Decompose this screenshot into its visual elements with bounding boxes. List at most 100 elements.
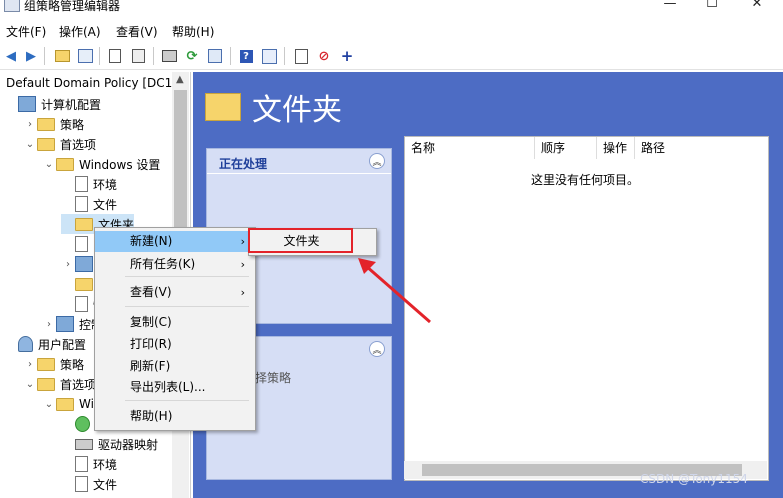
maximize-button[interactable]: ☐	[697, 0, 727, 14]
tree-item[interactable]: 文件	[61, 194, 117, 214]
paste-icon[interactable]	[129, 47, 147, 65]
close-button[interactable]: ✕	[742, 0, 772, 14]
collapse-icon[interactable]: ︽	[369, 153, 385, 169]
context-menu-item-label: 新建(N)	[130, 234, 173, 248]
context-menu-item[interactable]: 刷新(F)	[95, 356, 255, 377]
expand-chevron-icon[interactable]: ›	[23, 359, 37, 370]
new-item-icon[interactable]	[292, 47, 310, 65]
menu-separator	[125, 400, 249, 401]
collapse-chevron-icon[interactable]: ⌄	[23, 379, 37, 390]
column-header-name[interactable]: 名称	[405, 137, 535, 159]
annotation-arrow-icon	[358, 258, 431, 324]
menu-help[interactable]: 帮助(H)	[170, 23, 216, 40]
tree-item-label: 计算机配置	[41, 97, 102, 112]
toolbar-separator	[153, 47, 154, 65]
tree-item-label: 环境	[93, 177, 118, 192]
refresh-icon[interactable]: ⟳	[183, 47, 201, 65]
context-menu-item-label: 刷新(F)	[130, 359, 171, 373]
tree-item-label: 环境	[93, 457, 118, 472]
tree-item[interactable]: 环境	[61, 454, 117, 474]
minimize-button[interactable]: —	[655, 0, 685, 14]
copy-icon[interactable]	[106, 47, 124, 65]
toolbar-separator	[284, 47, 285, 65]
context-menu-item-label: 帮助(H)	[130, 409, 173, 423]
collapse-chevron-icon[interactable]: ⌄	[42, 399, 56, 410]
context-menu-item[interactable]: 所有任务(K) ›	[95, 254, 255, 275]
tree-item[interactable]: 文件	[61, 474, 117, 494]
tree-item[interactable]: ⌄ 首选项	[23, 374, 96, 394]
folder-icon	[56, 157, 74, 171]
registry-icon	[75, 256, 93, 272]
context-menu-item[interactable]: 新建(N) ›	[95, 231, 255, 252]
user-icon	[18, 336, 33, 352]
forward-icon[interactable]: ▶	[22, 47, 40, 65]
context-menu: 新建(N) › 所有任务(K) › 查看(V) › 复制(C) 打印(R) 刷新(F) 导出列表(…	[94, 227, 256, 431]
tree-item[interactable]: ⌄ 首选项	[23, 134, 96, 154]
add-icon[interactable]: +	[338, 47, 356, 65]
tree-item[interactable]: › 策略	[23, 354, 84, 374]
tree-root[interactable]: Default Domain Policy [DC1.l	[6, 76, 172, 90]
menu-file[interactable]: 文件(F)	[4, 23, 48, 40]
scroll-up-icon[interactable]: ▲	[176, 74, 184, 85]
up-icon[interactable]	[53, 47, 71, 65]
network-share-icon	[75, 277, 93, 291]
tree-item-label: Windows 设置	[79, 157, 161, 172]
collapse-chevron-icon[interactable]: ⌄	[42, 159, 56, 170]
toolbar-separator	[99, 47, 100, 65]
watermark: CSDN @Tony1154	[640, 472, 748, 486]
folder-icon	[56, 397, 74, 411]
help-icon[interactable]: ?	[237, 47, 255, 65]
print-icon[interactable]	[160, 47, 178, 65]
properties-icon[interactable]	[260, 47, 278, 65]
files-icon	[75, 196, 88, 212]
expand-chevron-icon[interactable]: ›	[42, 319, 56, 330]
tree-item[interactable]: 计算机配置	[4, 94, 101, 114]
context-menu-item[interactable]: 打印(R)	[95, 334, 255, 355]
tree-item-label: 策略	[60, 357, 85, 372]
context-menu-item[interactable]: 导出列表(L)...	[95, 377, 255, 398]
computer-icon	[18, 96, 36, 112]
toolbar-separator	[230, 47, 231, 65]
expand-chevron-icon[interactable]: ›	[61, 259, 75, 270]
toolbar: ◀ ▶ ⟳ ? ⊘ +	[0, 43, 783, 70]
column-header-path[interactable]: 路径	[635, 137, 768, 159]
item-list[interactable]: 名称 顺序 操作 路径 这里没有任何项目。	[404, 136, 769, 481]
control-panel-icon	[56, 316, 74, 332]
context-menu-item[interactable]: 复制(C)	[95, 312, 255, 333]
tree-item-label: 文件	[93, 197, 118, 212]
tree-item[interactable]: ⌄ Windows 设置	[42, 154, 160, 174]
column-header-action[interactable]: 操作	[597, 137, 635, 159]
files-icon	[75, 476, 88, 492]
context-menu-item[interactable]: 查看(V) ›	[95, 282, 255, 303]
folder-heading-icon	[205, 93, 241, 121]
back-icon[interactable]: ◀	[2, 47, 20, 65]
folder-icon	[37, 117, 55, 131]
show-tree-icon[interactable]	[76, 47, 94, 65]
export-icon[interactable]	[206, 47, 224, 65]
tree-item-label: 用户配置	[38, 337, 87, 352]
tree-item-label: 首选项	[60, 137, 97, 152]
context-menu-item[interactable]: 帮助(H)	[95, 406, 255, 427]
window-title: 组策略管理编辑器	[24, 0, 121, 13]
delete-icon[interactable]: ⊘	[315, 47, 333, 65]
toolbar-separator	[44, 47, 45, 65]
menu-view[interactable]: 查看(V)	[114, 23, 160, 40]
description-text: 择策略	[255, 371, 292, 385]
environment-icon	[75, 456, 88, 472]
expand-chevron-icon[interactable]: ›	[23, 119, 37, 130]
tree-item[interactable]: 驱动器映射	[61, 434, 158, 454]
tree-item[interactable]: 环境	[61, 174, 117, 194]
collapse-chevron-icon[interactable]: ⌄	[23, 139, 37, 150]
column-header-order[interactable]: 顺序	[535, 137, 597, 159]
tree-item[interactable]: 用户配置	[4, 334, 86, 354]
shortcut-icon	[75, 296, 88, 312]
panel-divider	[207, 173, 391, 174]
context-menu-item-label: 所有任务(K)	[130, 257, 196, 271]
app-icon	[4, 0, 20, 12]
menu-action[interactable]: 操作(A)	[57, 23, 103, 40]
application-icon	[75, 416, 90, 432]
folders-icon	[75, 217, 93, 231]
collapse-icon[interactable]: ︽	[369, 341, 385, 357]
tree-item[interactable]: › 策略	[23, 114, 84, 134]
tree-item-label: 驱动器映射	[98, 437, 159, 452]
